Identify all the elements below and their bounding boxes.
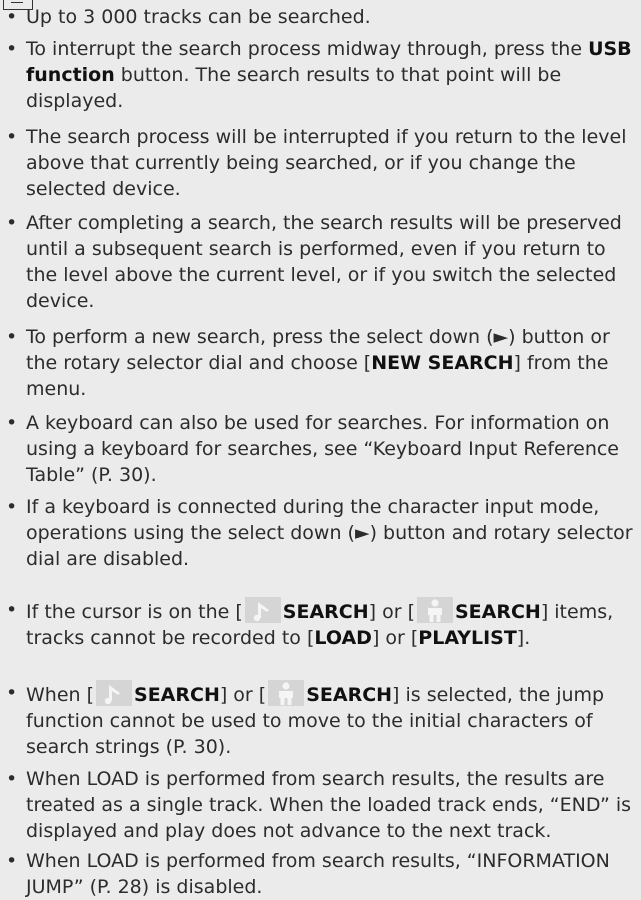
list-item: • To interrupt the search process midway…	[4, 36, 638, 114]
item-text: To interrupt the search process midway t…	[26, 38, 632, 112]
item-text: The search process will be interrupted i…	[26, 126, 627, 200]
bullet: •	[6, 768, 18, 790]
item-text: When LOAD is performed from search resul…	[26, 850, 610, 898]
list-item: • If the cursor is on the [SEARCH] or [S…	[4, 597, 638, 651]
bullet: •	[6, 496, 18, 518]
list-item: • If a keyboard is connected during the …	[4, 494, 638, 572]
item-text: When LOAD is performed from search resul…	[26, 768, 632, 842]
bullet: •	[6, 6, 18, 28]
bullet: •	[6, 850, 18, 872]
bullet: •	[6, 212, 18, 234]
music-note-icon	[244, 597, 281, 623]
item-text: When [SEARCH] or [SEARCH] is selected, t…	[26, 680, 638, 760]
item-text: To perform a new search, press the selec…	[26, 326, 610, 400]
bullet: •	[6, 126, 18, 148]
bullet: •	[6, 412, 18, 434]
bullet: •	[6, 682, 18, 704]
list-item: • When LOAD is performed from search res…	[4, 848, 638, 900]
item-text: Up to 3 000 tracks can be searched.	[26, 6, 371, 28]
bullet: •	[6, 599, 18, 621]
artist-icon	[416, 597, 453, 623]
item-text: If a keyboard is connected during the ch…	[26, 496, 633, 570]
item-text: A keyboard can also be used for searches…	[26, 412, 619, 486]
artist-icon	[268, 680, 305, 706]
list-item: • After completing a search, the search …	[4, 210, 638, 314]
list-item: • When LOAD is performed from search res…	[4, 766, 638, 844]
bullet: •	[6, 326, 18, 348]
item-text: If the cursor is on the [SEARCH] or [SEA…	[26, 597, 638, 651]
music-note-icon	[96, 680, 133, 706]
list-item: • The search process will be interrupted…	[4, 124, 638, 202]
list-item: • A keyboard can also be used for search…	[4, 410, 638, 488]
list-item: • Up to 3 000 tracks can be searched.	[4, 4, 638, 30]
item-text: After completing a search, the search re…	[26, 212, 622, 312]
new-search-label: NEW SEARCH	[371, 352, 514, 374]
list-item: • When [SEARCH] or [SEARCH] is selected,…	[4, 680, 638, 760]
bullet: •	[6, 38, 18, 60]
list-item: • To perform a new search, press the sel…	[4, 324, 638, 402]
